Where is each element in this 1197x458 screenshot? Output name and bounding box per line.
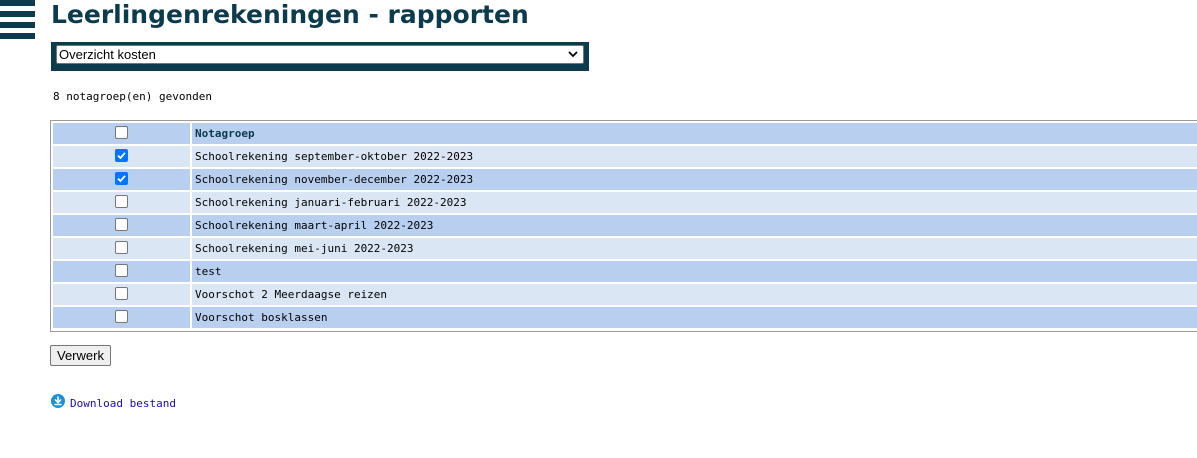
verwerk-button[interactable]: Verwerk (50, 345, 111, 366)
row-check-cell (53, 215, 192, 236)
checkmark-icon (117, 175, 126, 183)
row-checkbox[interactable] (115, 241, 128, 255)
table-row: Voorschot 2 Meerdaagse reizen (53, 284, 1197, 305)
row-checkbox[interactable] (115, 218, 128, 232)
row-check-cell (53, 284, 192, 305)
download-circle-icon[interactable] (51, 394, 65, 408)
column-header-notagroep[interactable]: Notagroep (195, 127, 255, 140)
row-checkbox[interactable] (115, 149, 128, 163)
hamburger-menu-icon[interactable] (0, 0, 35, 40)
notagroep-name: Schoolrekening mei-juni 2022-2023 (192, 238, 1197, 259)
notagroep-name: Schoolrekening maart-april 2022-2023 (192, 215, 1197, 236)
row-check-cell (53, 238, 192, 259)
table-row: test (53, 261, 1197, 282)
notagroep-table: Notagroep Schoolrekening september-oktob… (53, 121, 1197, 330)
notagroep-name: Schoolrekening januari-februari 2022-202… (192, 192, 1197, 213)
menu-bar (0, 22, 35, 28)
download-file-link[interactable]: Download bestand (70, 397, 176, 410)
row-check-cell (53, 192, 192, 213)
table-header-row: Notagroep (53, 123, 1197, 144)
select-all-checkbox[interactable] (115, 126, 128, 140)
row-check-cell (53, 146, 192, 167)
row-checkbox[interactable] (115, 287, 128, 301)
checkmark-icon (117, 152, 126, 160)
row-check-cell (53, 307, 192, 328)
page-title: Leerlingenrekeningen - rapporten (51, 0, 529, 29)
table-row: Voorschot bosklassen (53, 307, 1197, 328)
table-row: Schoolrekening maart-april 2022-2023 (53, 215, 1197, 236)
notagroep-name: Voorschot 2 Meerdaagse reizen (192, 284, 1197, 305)
table-row: Schoolrekening september-oktober 2022-20… (53, 146, 1197, 167)
notagroep-table-container: Notagroep Schoolrekening september-oktob… (50, 120, 1197, 332)
menu-bar (0, 0, 35, 6)
row-check-cell (53, 261, 192, 282)
row-checkbox[interactable] (115, 264, 128, 278)
result-count: 8 notagroep(en) gevonden (53, 90, 212, 103)
menu-bar (0, 11, 35, 17)
header-name-cell: Notagroep (192, 123, 1197, 144)
header-check-cell (53, 123, 192, 144)
row-checkbox[interactable] (115, 195, 128, 209)
table-row: Schoolrekening januari-februari 2022-202… (53, 192, 1197, 213)
row-check-cell (53, 169, 192, 190)
row-checkbox[interactable] (115, 172, 128, 186)
notagroep-name: Voorschot bosklassen (192, 307, 1197, 328)
row-checkbox[interactable] (115, 310, 128, 324)
report-select-container: Overzicht kosten (51, 42, 589, 71)
notagroep-name: test (192, 261, 1197, 282)
menu-bar (0, 33, 35, 39)
report-type-select[interactable]: Overzicht kosten (56, 45, 584, 64)
notagroep-name: Schoolrekening november-december 2022-20… (192, 169, 1197, 190)
table-row: Schoolrekening mei-juni 2022-2023 (53, 238, 1197, 259)
table-row: Schoolrekening november-december 2022-20… (53, 169, 1197, 190)
notagroep-name: Schoolrekening september-oktober 2022-20… (192, 146, 1197, 167)
